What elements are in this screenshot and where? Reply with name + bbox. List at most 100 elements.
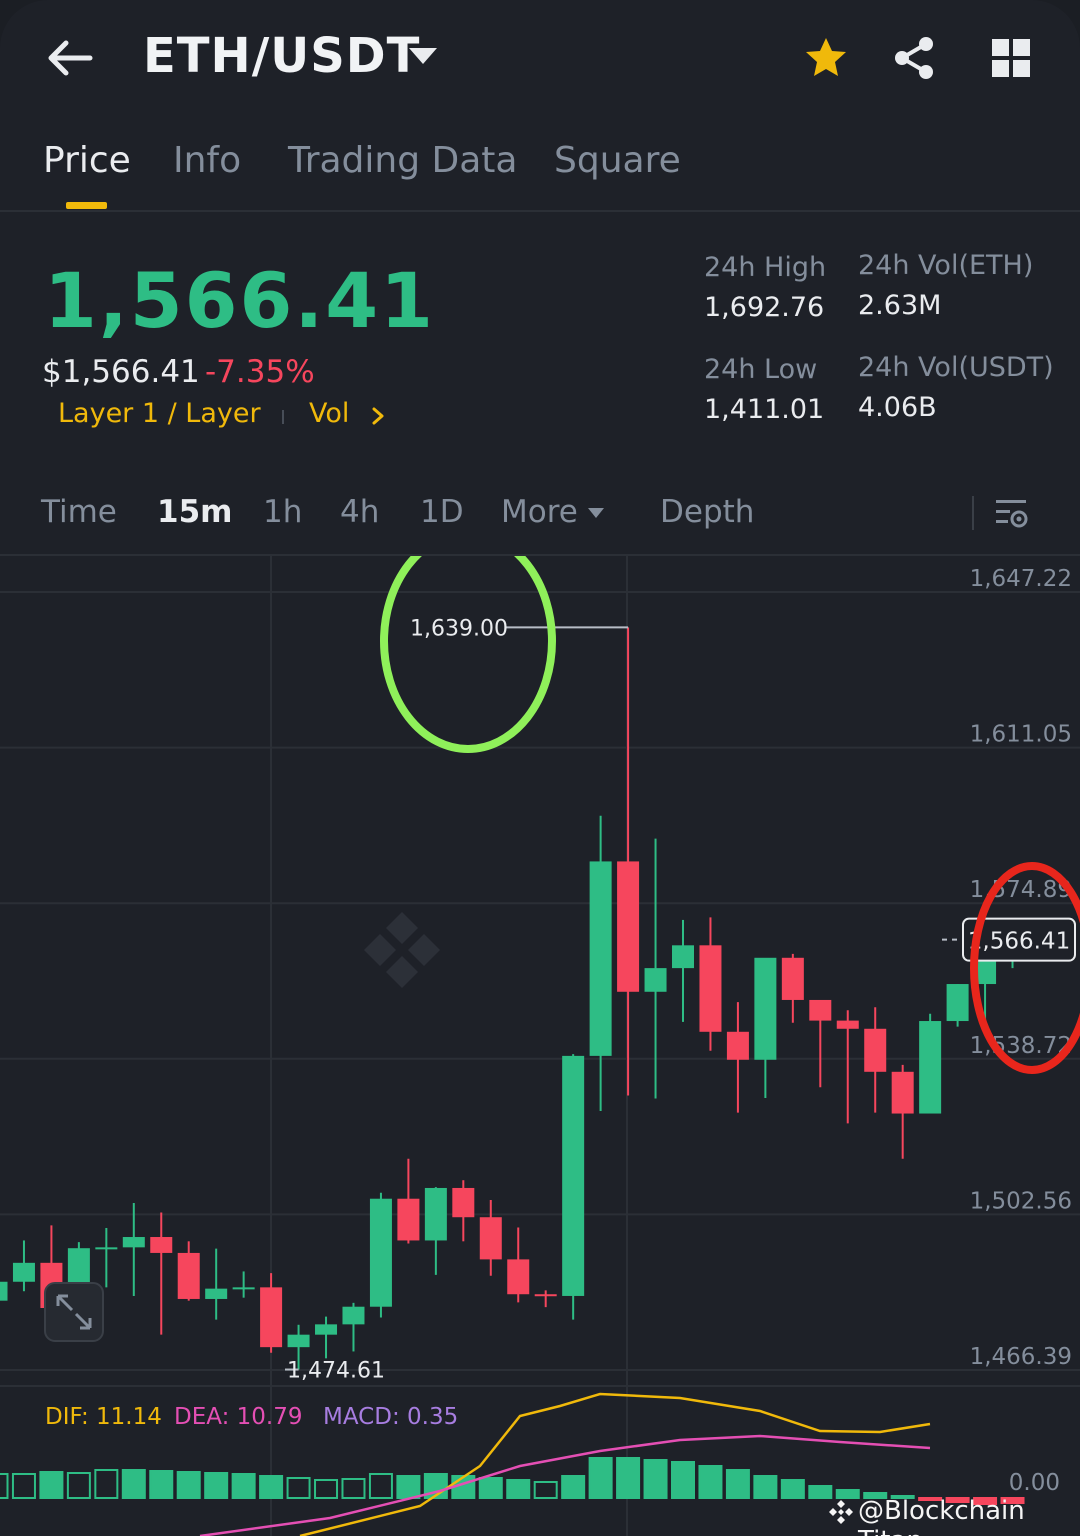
candlestick-chart-svg: 1,647.221,611.051,574.891,538.721,502.56…: [0, 556, 1080, 1536]
back-button[interactable]: [40, 30, 100, 86]
stat-24h-high-value: 1,692.76: [704, 292, 825, 323]
candle-body: [177, 1252, 200, 1299]
candle-body: [562, 1055, 585, 1296]
price-change-percent: -7.35%: [205, 354, 315, 390]
candle-body: [397, 1198, 420, 1241]
y-axis-tick-label: 1,611.05: [970, 722, 1072, 748]
stat-24h-low-label: 24h Low: [704, 354, 818, 385]
candle-body: [424, 1187, 447, 1241]
last-price-tag-text: 1,566.41: [968, 929, 1070, 955]
price-chart[interactable]: 1,647.22 1,611.05 1,574.89 1,538.72 1,502.56…: [0, 556, 1080, 1536]
tab-info[interactable]: Info: [173, 140, 241, 181]
interval-time[interactable]: Time: [41, 494, 117, 530]
favorite-button[interactable]: [798, 30, 854, 86]
interval-depth[interactable]: Depth: [660, 494, 754, 530]
macd-histogram-bar: [286, 1477, 311, 1499]
macd-histogram-bar: [39, 1471, 64, 1499]
interval-1d[interactable]: 1D: [420, 494, 464, 530]
watermark-author: @Blockchain Titan: [858, 1496, 1025, 1536]
candle-body: [836, 1020, 859, 1029]
back-arrow-icon: [48, 40, 93, 76]
share-icon: [895, 37, 933, 79]
more-caret-down-icon[interactable]: [586, 506, 606, 520]
candle-body: [12, 1262, 35, 1282]
macd-histogram-bar: [341, 1478, 366, 1499]
candle-body: [315, 1324, 338, 1335]
candle-body: [479, 1217, 502, 1260]
stat-24h-vol-eth-value: 2.63M: [858, 290, 942, 321]
macd-histogram-bar: [753, 1475, 778, 1499]
star-icon: [806, 38, 846, 76]
candle-body: [534, 1294, 557, 1297]
chart-settings-icon[interactable]: [994, 496, 1030, 532]
candle-body: [754, 957, 777, 1060]
macd-histogram-bar: [368, 1473, 393, 1499]
macd-histogram-bar: [314, 1479, 339, 1499]
tab-price[interactable]: Price: [43, 140, 131, 181]
candle-body: [369, 1198, 392, 1307]
candle-body: [205, 1288, 228, 1299]
category-tag[interactable]: Layer 1 / Layer: [58, 398, 261, 429]
interval-15m[interactable]: 15m: [157, 494, 232, 530]
macd-histogram-bar: [0, 1473, 9, 1499]
stat-24h-vol-usdt-label: 24h Vol(USDT): [858, 352, 1054, 383]
stat-24h-vol-eth-label: 24h Vol(ETH): [858, 250, 1034, 281]
chevron-right-icon[interactable]: [370, 406, 386, 426]
macd-histogram-bar: [11, 1473, 36, 1499]
grid-menu-button[interactable]: [983, 30, 1039, 86]
last-price: 1,566.41: [44, 256, 436, 345]
macd-histogram-bar: [506, 1479, 531, 1499]
candle-body: [507, 1259, 530, 1295]
candle-body: [95, 1247, 118, 1250]
macd-histogram-bar: [643, 1459, 668, 1499]
candle-body: [122, 1237, 145, 1248]
macd-dif-label: DIF: 11.14: [45, 1404, 162, 1430]
macd-histogram-bar: [149, 1470, 174, 1499]
page-tabs: Price Info Trading Data Square: [0, 128, 1080, 212]
candle-body: [0, 1281, 8, 1301]
candle-body: [726, 1031, 749, 1060]
tab-square[interactable]: Square: [554, 140, 681, 181]
candle-body: [809, 999, 832, 1021]
interval-1h[interactable]: 1h: [263, 494, 302, 530]
macd-histogram-bar: [121, 1469, 146, 1499]
macd-histogram-bar: [478, 1477, 503, 1499]
share-button[interactable]: [886, 30, 942, 86]
macd-value-label: MACD: 0.35: [323, 1404, 459, 1430]
macd-dea-label: DEA: 10.79: [174, 1404, 303, 1430]
tab-trading-data[interactable]: Trading Data: [288, 140, 517, 181]
candle-body: [287, 1334, 310, 1348]
candle-body: [617, 861, 640, 992]
candle-body: [342, 1306, 365, 1325]
y-axis-tick-label: 1,502.56: [970, 1188, 1072, 1214]
macd-histogram-bar: [204, 1472, 229, 1499]
macd-histogram-bar: [561, 1475, 586, 1499]
candle-body: [919, 1021, 942, 1114]
macd-histogram-bar: [176, 1471, 201, 1499]
grid-icon: [992, 39, 1030, 77]
active-tab-indicator: [66, 202, 107, 209]
macd-histogram-bar: [671, 1461, 695, 1499]
interval-more[interactable]: More: [501, 494, 578, 530]
candle-body: [150, 1237, 173, 1253]
low-marker-label: 1,474.61: [287, 1359, 385, 1384]
macd-histogram-bar: [588, 1457, 613, 1499]
y-axis-tick-label: 1,466.39: [970, 1344, 1072, 1370]
macd-histogram-bar: [94, 1469, 119, 1499]
stat-24h-low-value: 1,411.01: [704, 394, 825, 425]
macd-histogram-bar: [396, 1475, 421, 1499]
app-screen: ETH/USDT Price Info Trading Data Square …: [0, 0, 1080, 1536]
pair-title[interactable]: ETH/USDT: [143, 28, 420, 84]
y-axis-tick-label: 1,647.22: [970, 566, 1072, 592]
interval-bar: Time 15m 1h 4h 1D More Depth: [0, 480, 1080, 556]
fullscreen-icon: [44, 1282, 104, 1342]
macd-histogram-bar: [725, 1469, 750, 1499]
caret-down-icon[interactable]: [405, 40, 441, 72]
stat-24h-vol-usdt-value: 4.06B: [858, 392, 937, 423]
candle-body: [232, 1287, 255, 1290]
macd-zero-label: 0.00: [1009, 1470, 1060, 1496]
macd-histogram-bar: [616, 1457, 641, 1499]
interval-4h[interactable]: 4h: [340, 494, 379, 530]
macd-histogram-bar: [66, 1472, 91, 1499]
volume-tag[interactable]: Vol: [309, 398, 349, 429]
